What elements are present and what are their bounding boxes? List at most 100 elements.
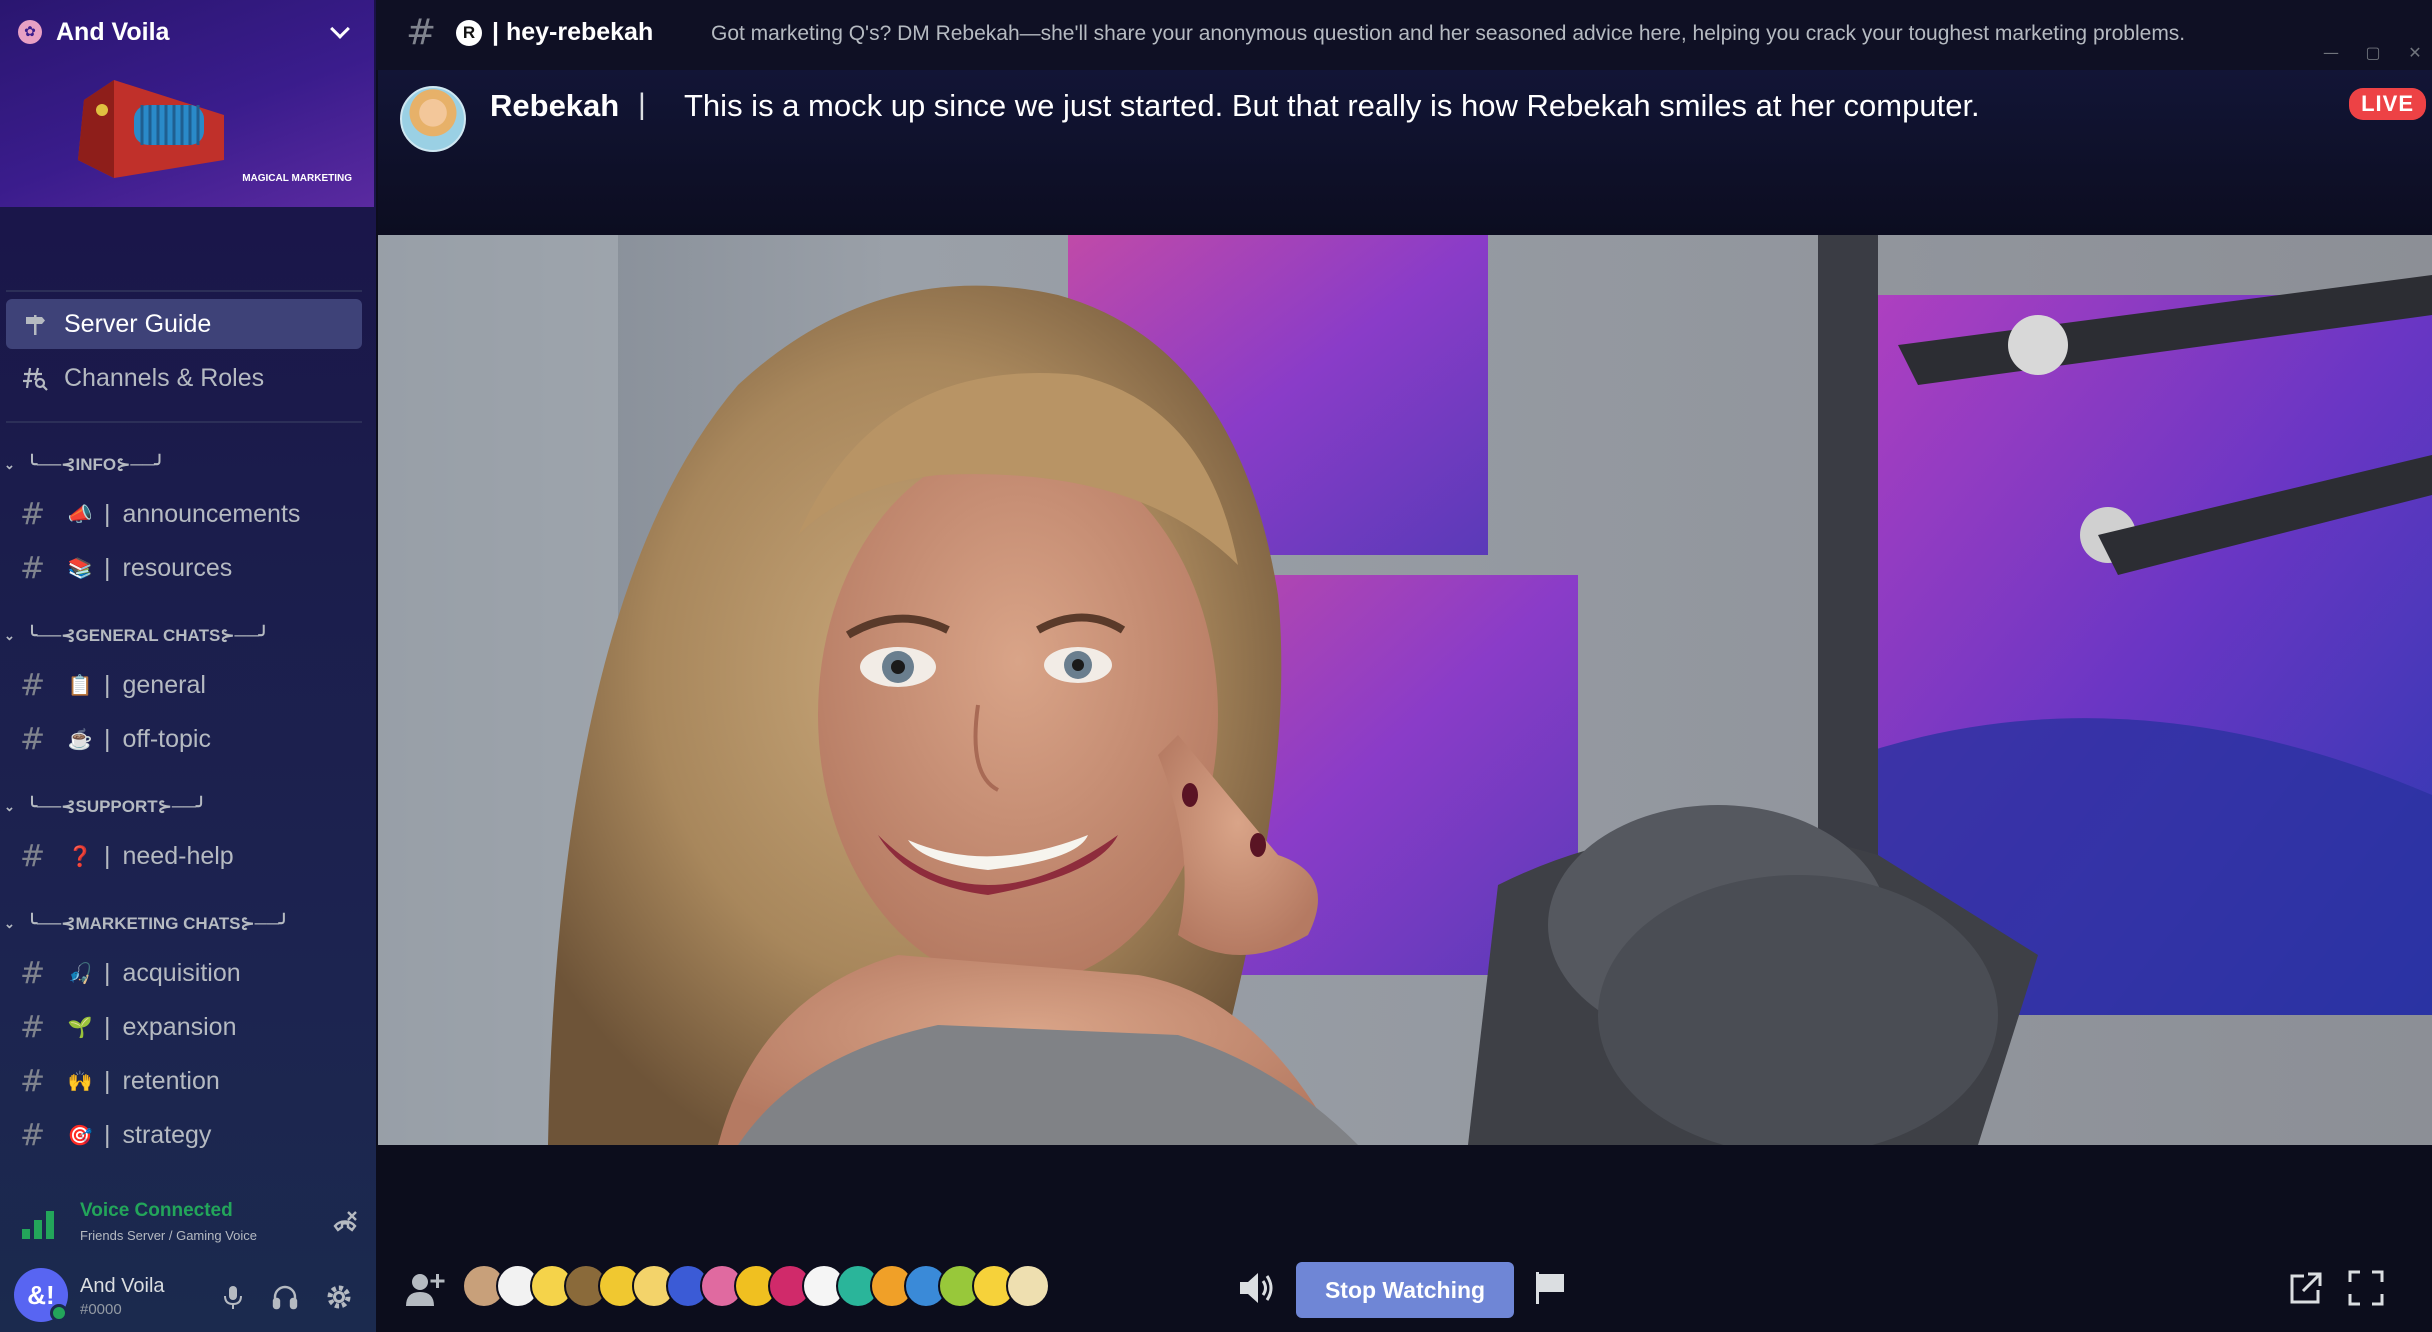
channel-off-topic[interactable]: # ☕ | off-topic bbox=[6, 715, 362, 763]
live-badge: LIVE bbox=[2349, 88, 2426, 120]
signpost-icon bbox=[22, 311, 48, 337]
user-tag: #0000 bbox=[80, 1301, 122, 1318]
stream-video[interactable] bbox=[378, 235, 2432, 1145]
voice-connection-panel: Voice Connected Friends Server / Gaming … bbox=[0, 1195, 376, 1251]
seedling-icon: 🌱 bbox=[67, 1016, 93, 1039]
chevron-down-icon: ⌄ bbox=[4, 799, 15, 814]
hash-icon: # bbox=[20, 550, 46, 586]
hash-icon: # bbox=[20, 1117, 46, 1153]
flag-icon[interactable] bbox=[1530, 1268, 1570, 1308]
channel-topic[interactable]: Got marketing Q's? DM Rebekah—she'll sha… bbox=[711, 22, 2185, 46]
raised-hands-icon: 🙌 bbox=[67, 1070, 93, 1093]
hash-icon: # bbox=[20, 667, 46, 703]
channel-acquisition[interactable]: # 🎣 | acquisition bbox=[6, 949, 362, 997]
separator: | bbox=[104, 724, 111, 753]
server-banner[interactable]: ✿ And Voila MAGICAL MARKETING bbox=[0, 0, 374, 207]
separator: | bbox=[104, 499, 111, 528]
headphones-icon[interactable] bbox=[270, 1282, 300, 1312]
maximize-icon[interactable]: ▢ bbox=[2364, 44, 2382, 62]
channel-name: retention bbox=[122, 1066, 220, 1095]
server-icon: ✿ bbox=[18, 20, 42, 44]
disconnect-call-icon[interactable] bbox=[330, 1209, 360, 1239]
nav-channels-roles[interactable]: Channels & Roles bbox=[6, 353, 362, 403]
separator: | bbox=[638, 88, 646, 121]
viewer-avatars[interactable] bbox=[462, 1264, 1050, 1310]
channel-name: announcements bbox=[122, 499, 301, 528]
add-friend-icon[interactable] bbox=[404, 1268, 448, 1308]
channel-name: resources bbox=[122, 553, 233, 582]
viewer-avatar[interactable] bbox=[1006, 1264, 1050, 1308]
fullscreen-icon[interactable] bbox=[2346, 1268, 2386, 1308]
nav-server-guide[interactable]: Server Guide bbox=[6, 299, 362, 349]
chevron-down-icon[interactable] bbox=[330, 26, 350, 38]
user-name[interactable]: And Voila bbox=[80, 1275, 165, 1298]
voice-location[interactable]: Friends Server / Gaming Voice bbox=[80, 1228, 257, 1243]
separator: | bbox=[104, 1120, 111, 1149]
books-icon: 📚 bbox=[67, 557, 93, 580]
stream-controls: Stop Watching bbox=[378, 1250, 2432, 1332]
separator: | bbox=[104, 553, 111, 582]
close-icon[interactable]: ✕ bbox=[2406, 44, 2424, 62]
server-header[interactable]: ✿ And Voila bbox=[18, 14, 350, 50]
divider bbox=[6, 290, 362, 292]
streamer-avatar[interactable] bbox=[400, 86, 466, 152]
voice-status[interactable]: Voice Connected bbox=[80, 1200, 233, 1222]
separator: | bbox=[104, 1066, 111, 1095]
separator: | bbox=[104, 1012, 111, 1041]
channel-name: acquisition bbox=[122, 958, 241, 987]
coffee-icon: ☕ bbox=[67, 728, 93, 751]
stream-view: Rebekah | This is a mock up since we jus… bbox=[378, 70, 2432, 1332]
fishing-icon: 🎣 bbox=[67, 962, 93, 985]
separator: | bbox=[104, 958, 111, 987]
volume-icon[interactable] bbox=[1236, 1268, 1276, 1308]
channel-name: off-topic bbox=[122, 724, 211, 753]
signal-bars-icon[interactable] bbox=[20, 1209, 60, 1239]
microphone-icon[interactable] bbox=[218, 1282, 248, 1312]
channel-title: R | hey-rebekah bbox=[456, 18, 653, 47]
gear-icon[interactable] bbox=[324, 1282, 354, 1312]
nav-label: Server Guide bbox=[64, 309, 212, 338]
channel-announcements[interactable]: # 📣 | announcements bbox=[6, 490, 362, 538]
hash-icon: # bbox=[20, 1009, 46, 1045]
hash-icon: # bbox=[20, 721, 46, 757]
minimize-icon[interactable]: — bbox=[2322, 44, 2340, 62]
category-label: ╰──⊰GENERAL CHATS⊱──╯ bbox=[26, 626, 269, 645]
channel-header: # R | hey-rebekah Got marketing Q's? DM … bbox=[376, 0, 2432, 70]
chevron-down-icon: ⌄ bbox=[4, 628, 15, 643]
clipboard-icon: 📋 bbox=[67, 674, 93, 697]
streamer-name[interactable]: Rebekah bbox=[490, 88, 619, 124]
divider bbox=[6, 421, 362, 423]
stream-message: This is a mock up since we just started.… bbox=[684, 88, 1980, 123]
server-name: And Voila bbox=[56, 17, 170, 46]
chevron-down-icon: ⌄ bbox=[4, 457, 15, 472]
stream-header: Rebekah | This is a mock up since we jus… bbox=[378, 70, 2432, 235]
category-support[interactable]: ⌄ ╰──⊰SUPPORT⊱──╯ bbox=[4, 797, 206, 817]
category-info[interactable]: ⌄ ╰──⊰INFO⊱──╯ bbox=[4, 455, 165, 475]
hash-icon: # bbox=[20, 1063, 46, 1099]
category-label: ╰──⊰INFO⊱──╯ bbox=[26, 455, 165, 474]
separator: | bbox=[104, 841, 111, 870]
banner-illustration bbox=[78, 80, 224, 178]
megaphone-icon: 📣 bbox=[67, 503, 93, 526]
channel-general[interactable]: # 📋 | general bbox=[6, 661, 362, 709]
channel-strategy[interactable]: # 🎯 | strategy bbox=[6, 1111, 362, 1159]
hash-icon: # bbox=[20, 496, 46, 532]
channel-retention[interactable]: # 🙌 | retention bbox=[6, 1057, 362, 1105]
popout-icon[interactable] bbox=[2286, 1268, 2326, 1308]
nav-label: Channels & Roles bbox=[64, 363, 265, 392]
hash-icon: # bbox=[20, 955, 46, 991]
channel-name: general bbox=[122, 670, 206, 699]
channel-expansion[interactable]: # 🌱 | expansion bbox=[6, 1003, 362, 1051]
online-status-dot bbox=[50, 1304, 68, 1322]
category-label: ╰──⊰SUPPORT⊱──╯ bbox=[26, 797, 207, 816]
channel-resources[interactable]: # 📚 | resources bbox=[6, 544, 362, 592]
stop-watching-button[interactable]: Stop Watching bbox=[1296, 1262, 1514, 1318]
hash-icon: # bbox=[406, 12, 437, 53]
target-icon: 🎯 bbox=[67, 1124, 93, 1147]
registered-icon: R bbox=[456, 19, 482, 46]
category-marketing-chats[interactable]: ⌄ ╰──⊰MARKETING CHATS⊱──╯ bbox=[4, 914, 289, 934]
channel-sidebar: ✿ And Voila MAGICAL MARKETING Server Gui… bbox=[0, 0, 376, 1332]
channel-need-help[interactable]: # ❓ | need-help bbox=[6, 832, 362, 880]
channel-title-label: | hey-rebekah bbox=[492, 18, 654, 46]
category-general-chats[interactable]: ⌄ ╰──⊰GENERAL CHATS⊱──╯ bbox=[4, 626, 269, 646]
